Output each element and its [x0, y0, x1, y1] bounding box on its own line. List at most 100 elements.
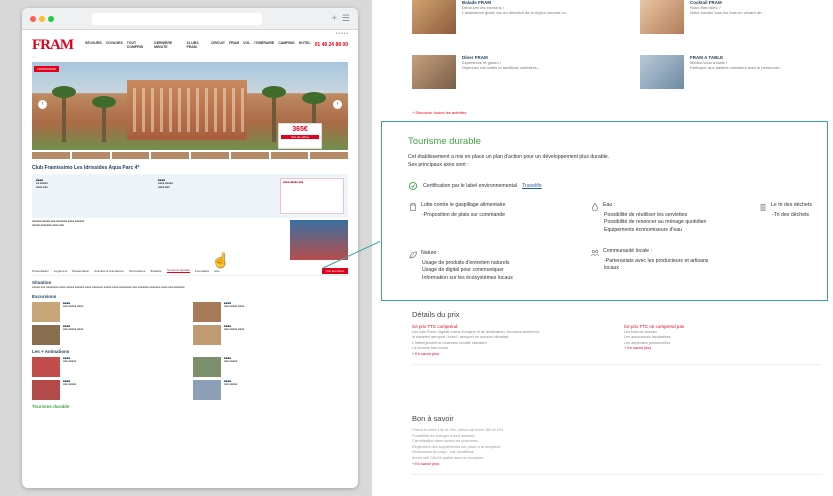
excursion-card[interactable]: ■■■■ ■■■ ■■■■■ ■■■■ [193, 300, 348, 322]
concept-text: ■■■■■■ ■■■■■ ■■■ ■■■■■■■ ■■■■ ■■■■■■ ■■■■… [32, 220, 85, 227]
tourisme-durable-panel: Tourisme durable Cet établissement a mis… [381, 121, 828, 301]
thumbnail[interactable] [71, 152, 110, 159]
tab-tourisme-durable[interactable]: Tourisme durable [166, 268, 190, 273]
nav-item[interactable]: VOYAGES [106, 41, 123, 49]
excursion-card[interactable]: ■■■■ ■■■ ■■■■■ ■■■■ [32, 300, 187, 322]
activity-card[interactable]: Dîner FRAM Expérience et gastro ! Déjeun… [412, 55, 622, 89]
section-title: Tourisme durable [408, 136, 481, 147]
offers-button[interactable]: Voir les offres [321, 267, 348, 274]
item-line: Possibilité de réutiliser les serviettes [604, 212, 688, 218]
thumbnail[interactable] [111, 152, 150, 159]
browser-menu-icon[interactable]: + ☰ [332, 13, 350, 24]
thumbnail[interactable] [151, 152, 189, 159]
activity-card[interactable]: ■■■■ ■■■ ■■■■■ [32, 379, 187, 400]
tab[interactable]: Restauration [72, 269, 89, 273]
palm-tree [262, 86, 286, 142]
all-activities-link[interactable]: + Découvrir toutes les activités [412, 110, 466, 115]
intro-line: Ses principaux axes sont : [408, 162, 469, 168]
nav-item[interactable]: CAMPING [278, 41, 295, 49]
card-description: Notre horaire tous les trois en venant d… [690, 10, 765, 15]
nav-item[interactable]: TOUT COMPRIS [127, 41, 150, 49]
price-box: 365€ Voir les offres [278, 123, 322, 149]
bin-icon [758, 202, 768, 212]
item-line: Usage de digital pour communiquer [422, 267, 504, 274]
item-line: Usage de produits d'entretien naturels [422, 260, 510, 266]
nav-item[interactable]: ITINÉRAIRE [254, 41, 274, 49]
item-line: -Proposition de plats sur commande [422, 212, 506, 218]
nav-item[interactable]: DERNIÈRE MINUTE [154, 41, 182, 49]
chevron-right-icon[interactable]: › [333, 100, 342, 109]
thumbnail[interactable] [270, 152, 309, 159]
nav-item[interactable]: CLUBS FRAM [187, 41, 207, 49]
tab[interactable]: Situation [150, 269, 162, 273]
activity-card[interactable]: Cocktail FRAM Nous êtes allés ? Notre ho… [640, 0, 833, 34]
activity-card[interactable]: ■■■■ ■■■ ■■■■■ [193, 379, 348, 400]
price-details: Détails du prix Ce prix TTC comprend Les… [412, 310, 822, 365]
tab[interactable]: Avis [214, 269, 220, 273]
section-title: Bon à savoir [412, 414, 454, 423]
minimize-window-icon[interactable] [39, 16, 45, 22]
activity-card[interactable]: ■■■■ ■■■ ■■■■■ [32, 356, 187, 377]
bon-a-savoir-more-link[interactable]: + En savoir plus [412, 462, 822, 466]
site-logo[interactable]: FRAM [32, 37, 74, 54]
card-text: ■■■■ ■■■ ■■■■■ ■■■■ [224, 323, 245, 332]
card-photo [32, 301, 60, 322]
item-title: Eau : [603, 202, 616, 208]
intro-text: Cet établissement a mis en place un plan… [408, 153, 827, 169]
hotel-building [127, 80, 247, 140]
info-column: ■■■■ ■■ ■■■■■ ■■■■ ■■■ [36, 178, 48, 189]
nav-item[interactable]: HOTEL [299, 41, 311, 49]
maximize-window-icon[interactable] [48, 16, 54, 22]
section-text: ■■■■■ ■■■ ■■■■■■■■ ■■■■ ■■■■■ ■■■■■■ ■■■… [32, 286, 185, 289]
item-line: -Partenariats avec les producteurs et ar… [604, 258, 709, 264]
travelife-link[interactable]: Travelife [522, 183, 542, 189]
card-description: Déjeunez rôti nulles et traditions culin… [462, 65, 541, 70]
card-photo [412, 0, 456, 34]
card-text: FRAM A TABLE Mettez-vous à table ! Parti… [690, 55, 782, 89]
utility-dot[interactable]: ● ● ● ● ● [336, 31, 348, 35]
concept-block: ■■■■■■ ■■■■■ ■■■ ■■■■■■■ ■■■■ ■■■■■■ ■■■■… [32, 220, 348, 260]
card-text: ■■■■ ■■■ ■■■■■ ■■■■ [63, 323, 84, 332]
section-title: Détails du prix [412, 310, 460, 319]
main-nav: SÉJOURS VOYAGES TOUT COMPRIS DERNIÈRE MI… [85, 41, 311, 49]
card-photo [193, 324, 221, 345]
card-photo [640, 0, 684, 34]
card-photo [193, 301, 221, 322]
tab[interactable]: Présentation [32, 269, 49, 273]
divider [412, 473, 822, 475]
excursion-card[interactable]: ■■■■ ■■■ ■■■■■ ■■■■ [193, 323, 348, 345]
activity-card[interactable]: Balade FRAM Découvrir les environs ! L'a… [412, 0, 622, 34]
excluded-more-link[interactable]: + En savoir plus [624, 346, 822, 352]
card-text: ■■■■ ■■■ ■■■■■ ■■■■ [63, 300, 84, 309]
chevron-left-icon[interactable]: ‹ [38, 100, 47, 109]
tab[interactable]: Logement [54, 269, 67, 273]
thumbnail[interactable] [230, 152, 269, 159]
item-title: Nature : [421, 250, 440, 256]
nav-item[interactable]: VOL [243, 41, 250, 49]
close-window-icon[interactable] [30, 16, 36, 22]
thumbnail[interactable] [191, 152, 229, 159]
included-more-link[interactable]: + En savoir plus [412, 352, 610, 358]
activity-row: ■■■■ ■■■ ■■■■■ ■■■■ ■■■ ■■■■■ [32, 355, 348, 377]
tab[interactable]: Formalités [195, 269, 209, 273]
card-text: ■■■■ ■■■ ■■■■■ [224, 355, 238, 364]
nav-item[interactable]: FRAM [229, 41, 239, 49]
tab[interactable]: Informations [129, 269, 146, 273]
tab[interactable]: Activités & Animations [94, 269, 124, 273]
thumbnail[interactable] [32, 152, 70, 159]
activity-card[interactable]: FRAM A TABLE Mettez-vous à table ! Parti… [640, 55, 833, 89]
excursion-card[interactable]: ■■■■ ■■■ ■■■■■ ■■■■ [32, 323, 187, 345]
book-button[interactable]: Voir les offres [281, 135, 319, 139]
promo-box: ■■■■ ■■■■■ ■■■ [280, 178, 344, 214]
nav-item[interactable]: CIRCUIT [211, 41, 225, 49]
activity-card[interactable]: ■■■■ ■■■ ■■■■■ [193, 355, 348, 377]
hand-cursor-icon: ☝ [212, 252, 230, 268]
address-bar[interactable] [92, 13, 262, 25]
item-eau: Eau : Possibilité de réutiliser les serv… [590, 202, 706, 234]
nav-item[interactable]: SÉJOURS [85, 41, 102, 49]
item-line: Information sur les écosystèmes locaux [422, 274, 513, 281]
zoom-panel: Balade FRAM Découvrir les environs ! L'a… [372, 0, 833, 496]
phone-number[interactable]: 01 48 24 88 00 [315, 42, 348, 48]
thumbnail[interactable] [310, 152, 348, 159]
card-text: ■■■■ ■■■ ■■■■■ ■■■■ [224, 300, 245, 309]
